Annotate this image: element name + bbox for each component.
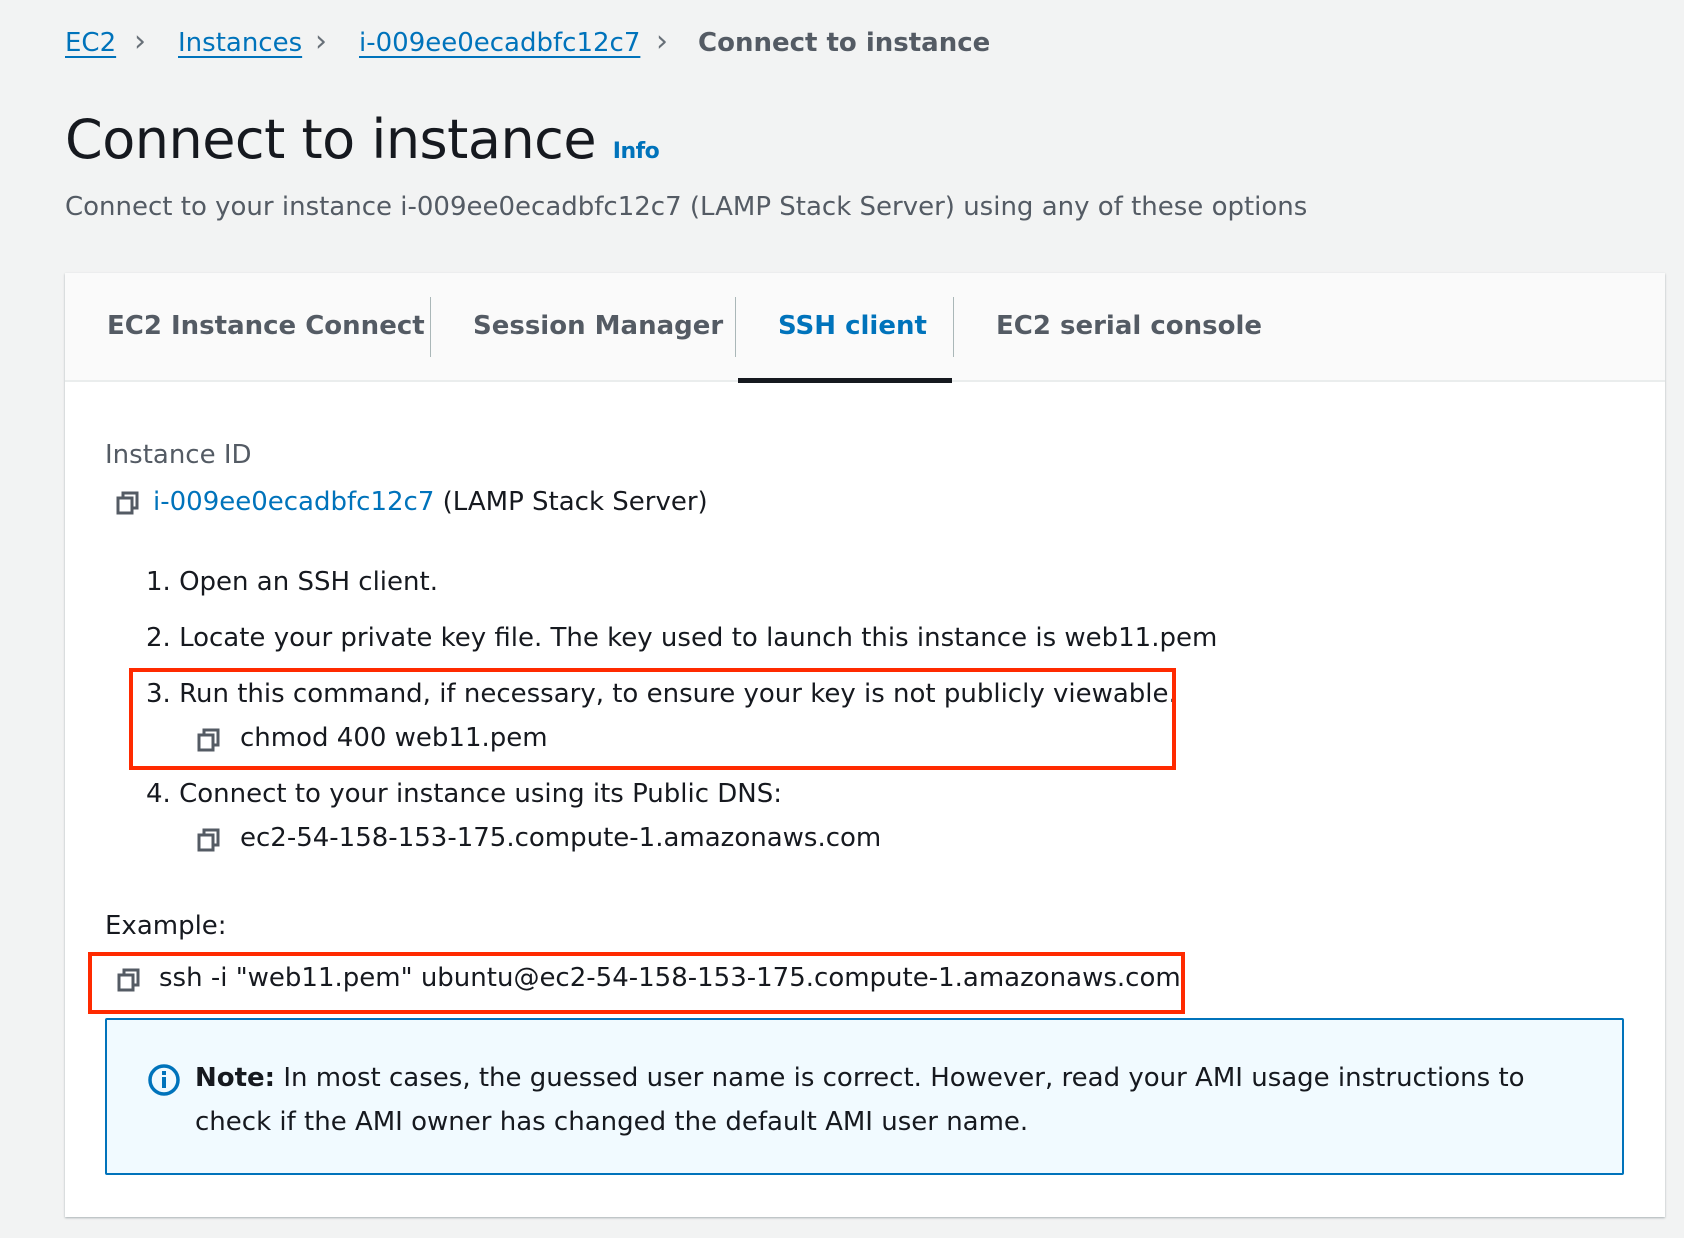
step-number: 2. — [146, 623, 171, 653]
step-text: Open an SSH client. — [179, 567, 438, 597]
public-dns: ec2-54-158-153-175.compute-1.amazonaws.c… — [240, 823, 882, 853]
example-label: Example: — [105, 911, 227, 941]
copy-icon[interactable] — [115, 490, 141, 516]
breadcrumb-instances[interactable]: Instances — [178, 28, 302, 58]
step-2: 2. Locate your private key file. The key… — [146, 623, 1217, 653]
step-4: 4. Connect to your instance using its Pu… — [146, 779, 782, 809]
instance-name: (LAMP Stack Server) — [442, 487, 708, 517]
tab-ssh-client[interactable]: SSH client — [778, 311, 927, 341]
tab-session-manager[interactable]: Session Manager — [473, 311, 723, 341]
step-number: 1. — [146, 567, 171, 597]
instance-id-link[interactable]: i-009ee0ecadbfc12c7 — [153, 487, 434, 517]
note-alert: Note: In most cases, the guessed user na… — [105, 1018, 1624, 1175]
instance-id-label: Instance ID — [105, 440, 252, 470]
chevron-right-icon: › — [134, 24, 146, 59]
info-icon — [148, 1064, 180, 1096]
step-1: 1. Open an SSH client. — [146, 567, 438, 597]
breadcrumb-ec2[interactable]: EC2 — [65, 28, 116, 58]
highlight-box — [129, 668, 1176, 770]
step-text: Connect to your instance using its Publi… — [179, 779, 783, 809]
note-body: In most cases, the guessed user name is … — [195, 1063, 1525, 1137]
page-title: Connect to instance Info — [65, 108, 660, 171]
active-tab-indicator — [738, 378, 952, 383]
instance-id-line: i-009ee0ecadbfc12c7 (LAMP Stack Server) — [153, 487, 708, 517]
tab-divider — [953, 297, 954, 357]
page-title-text: Connect to instance — [65, 108, 597, 171]
tab-list: EC2 Instance Connect Session Manager SSH… — [65, 273, 1665, 383]
tab-ec2-serial-console[interactable]: EC2 serial console — [996, 311, 1262, 341]
step-text: Locate your private key file. The key us… — [179, 623, 1218, 653]
tab-divider — [735, 297, 736, 357]
highlight-box — [88, 952, 1185, 1014]
info-link[interactable]: Info — [613, 139, 660, 164]
note-text: Note: In most cases, the guessed user na… — [195, 1056, 1595, 1144]
copy-icon[interactable] — [196, 827, 222, 853]
page-subtitle: Connect to your instance i-009ee0ecadbfc… — [65, 192, 1308, 222]
tab-divider — [430, 297, 431, 357]
breadcrumb-current: Connect to instance — [698, 28, 991, 58]
breadcrumb-instance-id[interactable]: i-009ee0ecadbfc12c7 — [359, 28, 640, 58]
tab-ec2-instance-connect[interactable]: EC2 Instance Connect — [107, 311, 425, 341]
chevron-right-icon: › — [656, 24, 668, 59]
step-number: 4. — [146, 779, 171, 809]
chevron-right-icon: › — [315, 24, 327, 59]
note-label: Note: — [195, 1063, 276, 1093]
